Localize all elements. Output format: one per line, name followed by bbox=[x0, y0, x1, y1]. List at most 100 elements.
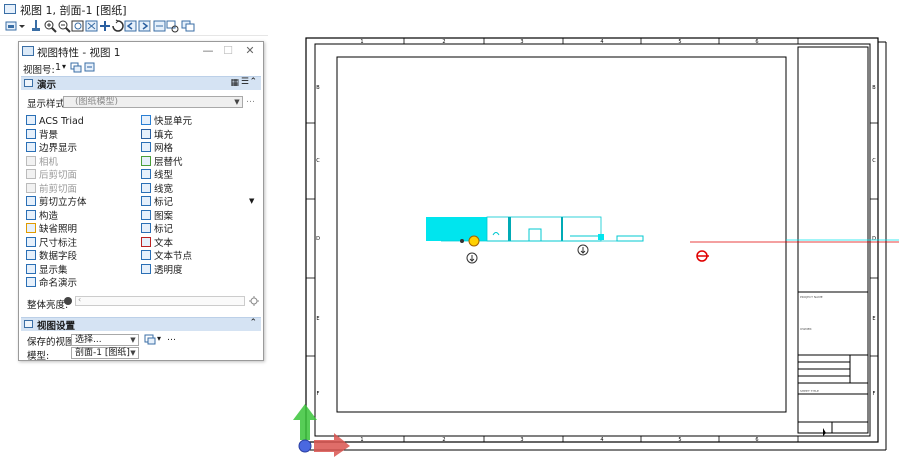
brightness-dark-icon bbox=[64, 297, 72, 305]
pan-icon[interactable] bbox=[98, 19, 112, 33]
expand-arrow-icon[interactable]: ▼ bbox=[249, 197, 254, 205]
fill-icon bbox=[141, 128, 151, 139]
attribute-label: 图案 bbox=[154, 210, 174, 222]
display-style-more-button[interactable]: … bbox=[246, 95, 255, 105]
text-icon bbox=[141, 236, 151, 247]
attribute-item[interactable]: 快显单元 bbox=[141, 115, 192, 127]
slider-left-arrow-icon[interactable]: ‹ bbox=[78, 295, 81, 304]
attribute-item[interactable]: 线宽 bbox=[141, 182, 173, 195]
view-group-icon[interactable] bbox=[84, 62, 96, 73]
fast-cells-icon bbox=[141, 115, 151, 125]
zoom-in-icon[interactable] bbox=[43, 19, 57, 33]
rotate-view-icon[interactable] bbox=[111, 19, 125, 33]
saved-view-dropdown-icon[interactable]: ▾ bbox=[157, 334, 161, 343]
attribute-label: 层替代 bbox=[154, 156, 183, 168]
attribute-item[interactable]: 图案 bbox=[141, 209, 174, 222]
previous-view-icon[interactable] bbox=[124, 19, 138, 33]
attribute-item[interactable]: 显示集 bbox=[26, 263, 68, 276]
attribute-item[interactable]: 标记 bbox=[141, 196, 173, 208]
saved-view-select[interactable]: 选择... ▼ bbox=[71, 334, 139, 346]
attribute-label: 剪切立方体 bbox=[39, 197, 87, 208]
attribute-item[interactable]: 填充 bbox=[141, 128, 173, 141]
attribute-item[interactable]: ACS Triad bbox=[26, 115, 84, 127]
ruler-label-right: F bbox=[873, 391, 876, 397]
ruler-label-bottom: 2 bbox=[442, 437, 445, 443]
drawing-canvas[interactable]: PROJECT NAME OWNER SHEET TITLE 1 2 3 4 5 6 1 2 3… bbox=[268, 35, 899, 457]
list-view-icon[interactable]: ☰ bbox=[241, 77, 249, 87]
title-block-text: PROJECT NAME bbox=[800, 295, 823, 299]
attribute-label: ACS Triad bbox=[39, 116, 84, 127]
zoom-out-icon[interactable] bbox=[57, 19, 71, 33]
chevron-down-icon: ▼ bbox=[130, 336, 136, 344]
display-style-select[interactable]: (图纸模型) ▼ bbox=[63, 96, 243, 108]
presentation-section-header[interactable]: 演示 ▦ ☰ ⌃ bbox=[21, 76, 261, 91]
attribute-item[interactable]: 前剪切面 bbox=[26, 182, 78, 195]
copy-view-icon[interactable] bbox=[70, 62, 82, 73]
toolbar-separator bbox=[150, 20, 151, 32]
attribute-label: 命名演示 bbox=[39, 278, 78, 289]
background-icon bbox=[26, 128, 36, 139]
brightness-slider[interactable]: ‹ bbox=[75, 295, 245, 306]
collapse-chevron-icon[interactable]: ⌃ bbox=[249, 318, 257, 328]
view-settings-section-header[interactable]: 视图设置 ⌃ bbox=[21, 317, 261, 332]
attribute-item[interactable]: 构造 bbox=[26, 209, 58, 222]
grid-view-icon[interactable]: ▦ bbox=[230, 78, 239, 88]
close-button[interactable]: ✕ bbox=[241, 44, 259, 58]
attribute-item[interactable]: 透明度 bbox=[141, 263, 183, 276]
attribute-label: 线型 bbox=[154, 170, 174, 181]
view-number-dropdown-icon[interactable]: ▾ bbox=[62, 62, 66, 71]
cursor-icon bbox=[823, 428, 826, 436]
attribute-item[interactable]: 文本节点 bbox=[141, 250, 192, 262]
dialog-title-bar[interactable]: 视图特性 - 视图 1 — ☐ ✕ bbox=[19, 42, 263, 60]
pen-icon[interactable] bbox=[29, 19, 43, 33]
maximize-button[interactable]: ☐ bbox=[219, 44, 237, 58]
view-settings-icon[interactable] bbox=[181, 19, 195, 33]
view-attributes-icon[interactable] bbox=[153, 19, 167, 33]
camera-icon bbox=[26, 155, 36, 166]
model-label: 模型: bbox=[27, 351, 50, 362]
attribute-label: 数据字段 bbox=[39, 251, 78, 262]
ruler-label-top: 6 bbox=[755, 39, 758, 45]
saved-view-more-button[interactable]: … bbox=[167, 333, 176, 343]
pattern-icon bbox=[141, 209, 151, 220]
attribute-item[interactable]: 相机 bbox=[26, 155, 58, 168]
attribute-item[interactable]: 数据字段 bbox=[26, 250, 77, 262]
x-axis-arrow bbox=[314, 433, 350, 457]
attribute-item[interactable]: 尺寸标注 bbox=[26, 236, 77, 249]
acs-triad-icon bbox=[26, 115, 36, 125]
section-marker bbox=[468, 235, 480, 247]
view-attributes-dialog: 视图特性 - 视图 1 — ☐ ✕ 视图号: 1 ▾ 演示 ▦ ☰ ⌃ 显示样式… bbox=[18, 41, 264, 362]
attribute-label: 前剪切面 bbox=[39, 183, 78, 195]
view-number-value[interactable]: 1 bbox=[55, 62, 61, 73]
default-lighting-icon bbox=[26, 223, 36, 233]
attribute-item[interactable]: 文本 bbox=[141, 236, 173, 249]
attribute-item[interactable]: 标记 bbox=[141, 223, 173, 235]
attribute-item[interactable]: 后剪切面 bbox=[26, 169, 77, 181]
view-toolbar bbox=[0, 18, 899, 36]
minimize-button[interactable]: — bbox=[199, 44, 217, 58]
title-block-text: SHEET TITLE bbox=[800, 389, 819, 393]
apply-saved-view-icon[interactable] bbox=[144, 334, 156, 345]
chevron-down-icon: ▼ bbox=[234, 98, 240, 106]
copy-view-icon[interactable] bbox=[166, 19, 180, 33]
collapse-chevron-icon[interactable]: ⌃ bbox=[249, 77, 257, 87]
named-presentation-icon bbox=[26, 277, 36, 287]
attribute-item[interactable]: 剪切立方体 bbox=[26, 196, 87, 208]
attribute-item[interactable]: 网格 bbox=[141, 142, 173, 154]
attribute-item[interactable]: 层替代 bbox=[141, 155, 183, 168]
attribute-item[interactable]: 缺省照明 bbox=[26, 223, 77, 235]
model-select[interactable]: 剖面-1 [图纸] ▼ bbox=[71, 347, 139, 359]
model-value: 剖面-1 [图纸] bbox=[75, 348, 130, 358]
view-control-icon[interactable] bbox=[5, 19, 19, 33]
attribute-item[interactable]: 线型 bbox=[141, 169, 173, 181]
attribute-label: 显示集 bbox=[39, 264, 68, 276]
ruler-label-top: 3 bbox=[520, 39, 523, 45]
attribute-item[interactable]: 背景 bbox=[26, 128, 58, 141]
fit-view-icon[interactable] bbox=[85, 19, 99, 33]
attribute-item[interactable]: 命名演示 bbox=[26, 277, 77, 289]
attribute-item[interactable]: 边界显示 bbox=[26, 142, 77, 154]
view-settings-section-title: 视图设置 bbox=[37, 321, 76, 332]
dropdown-icon[interactable] bbox=[18, 19, 26, 33]
y-axis-arrow bbox=[293, 404, 317, 440]
window-area-icon[interactable] bbox=[71, 19, 85, 33]
